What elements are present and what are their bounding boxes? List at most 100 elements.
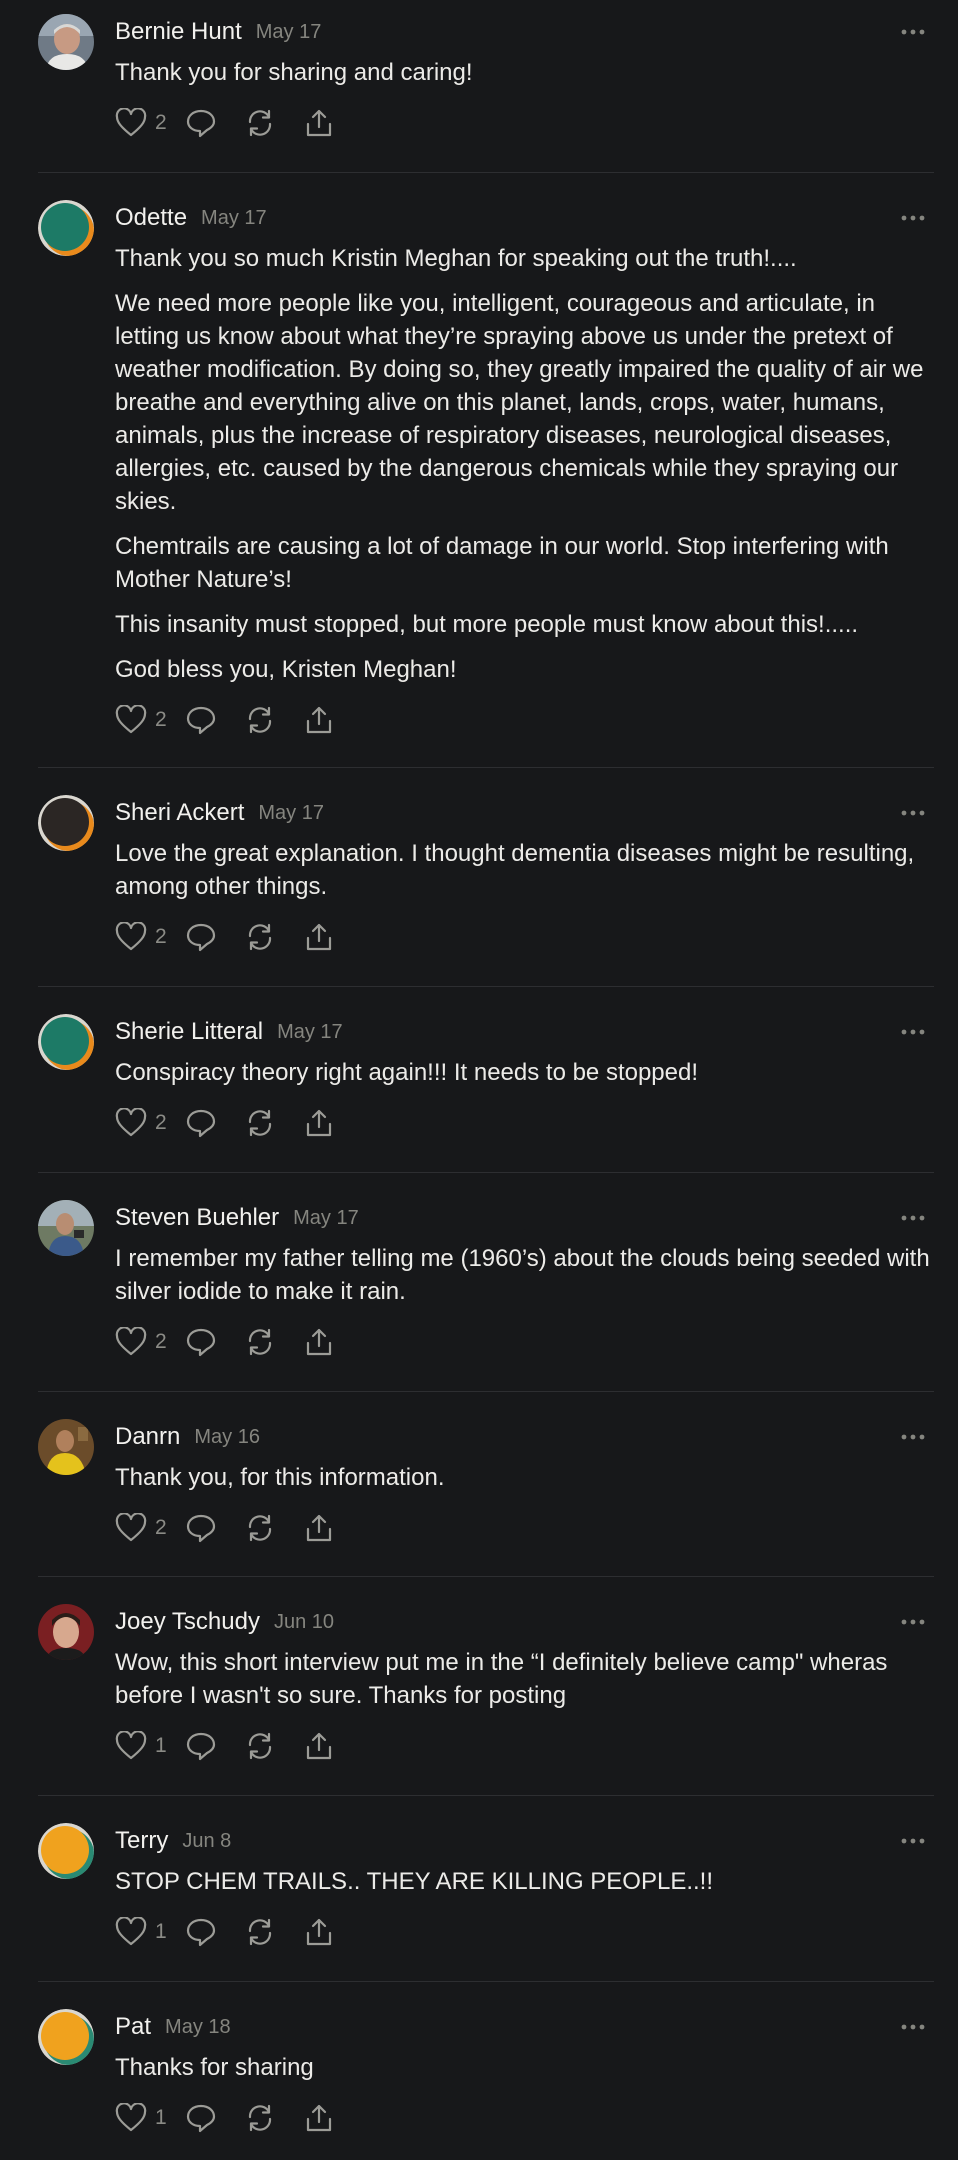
- share-button[interactable]: [299, 105, 339, 141]
- share-button[interactable]: [299, 1324, 339, 1360]
- comment-paragraph: Conspiracy theory right again!!! It need…: [115, 1059, 699, 1086]
- comment-date[interactable]: May 17: [201, 207, 267, 230]
- reply-button[interactable]: [181, 1914, 221, 1950]
- restack-button[interactable]: [240, 1105, 280, 1141]
- comment-paragraph: Thank you so much Kristin Meghan for spe…: [115, 245, 797, 272]
- more-options-icon[interactable]: [896, 801, 930, 825]
- share-button[interactable]: [299, 1105, 339, 1141]
- restack-button[interactable]: [240, 702, 280, 738]
- author-name[interactable]: Pat: [115, 2013, 151, 2041]
- like-button[interactable]: 1: [115, 1914, 181, 1950]
- restack-button[interactable]: [240, 1914, 280, 1950]
- comment-paragraph: Chemtrails are causing a lot of damage i…: [115, 533, 889, 593]
- avatar[interactable]: [38, 1419, 94, 1475]
- reply-button[interactable]: [181, 1105, 221, 1141]
- more-options-icon[interactable]: [896, 1206, 930, 1230]
- like-button[interactable]: 2: [115, 702, 181, 738]
- comment-date[interactable]: Jun 10: [274, 1611, 334, 1634]
- author-name[interactable]: Bernie Hunt: [115, 18, 242, 46]
- restack-arrows-icon: [244, 705, 276, 735]
- comment-body: Steven Buehler May 17 I remember my fath…: [115, 1200, 934, 1360]
- restack-button[interactable]: [240, 1324, 280, 1360]
- like-count: 2: [155, 1516, 167, 1539]
- share-button[interactable]: [299, 1728, 339, 1764]
- speech-bubble-icon: [185, 1731, 217, 1761]
- comment-paragraph: STOP CHEM TRAILS.. THEY ARE KILLING PEOP…: [115, 1868, 713, 1895]
- share-button[interactable]: [299, 1914, 339, 1950]
- avatar[interactable]: [38, 200, 94, 256]
- comment-date[interactable]: May 17: [277, 1021, 343, 1044]
- more-options-icon[interactable]: [896, 1425, 930, 1449]
- restack-arrows-icon: [244, 1731, 276, 1761]
- more-options-icon[interactable]: [896, 206, 930, 230]
- like-button[interactable]: 2: [115, 1510, 181, 1546]
- comment-paragraph: This insanity must stopped, but more peo…: [115, 611, 859, 638]
- author-name[interactable]: Steven Buehler: [115, 1204, 279, 1232]
- restack-button[interactable]: [240, 2100, 280, 2136]
- comment-body: Joey Tschudy Jun 10 Wow, this short inte…: [115, 1604, 934, 1764]
- avatar[interactable]: [38, 1014, 94, 1070]
- comment-actions: 2: [115, 702, 934, 738]
- comment-date[interactable]: May 16: [194, 1426, 260, 1449]
- like-count: 1: [155, 2106, 167, 2129]
- author-name[interactable]: Sheri Ackert: [115, 799, 244, 827]
- author-name[interactable]: Odette: [115, 204, 187, 232]
- comment-date[interactable]: May 18: [165, 2016, 231, 2039]
- restack-button[interactable]: [240, 1510, 280, 1546]
- avatar[interactable]: [38, 1604, 94, 1660]
- author-name[interactable]: Joey Tschudy: [115, 1608, 260, 1636]
- comment-header: Terry Jun 8: [115, 1823, 934, 1859]
- avatar[interactable]: [38, 2009, 94, 2065]
- share-upload-icon: [303, 1513, 335, 1543]
- more-options-icon[interactable]: [896, 1020, 930, 1044]
- like-count: 2: [155, 111, 167, 134]
- share-button[interactable]: [299, 1510, 339, 1546]
- more-options-icon[interactable]: [896, 1829, 930, 1853]
- reply-button[interactable]: [181, 2100, 221, 2136]
- author-name[interactable]: Danrn: [115, 1423, 180, 1451]
- reply-button[interactable]: [181, 105, 221, 141]
- comment-body: Pat May 18 Thanks for sharing 1: [115, 2009, 934, 2136]
- comment-text: Thank you, for this information.: [115, 1461, 934, 1494]
- comment-divider: [38, 1576, 934, 1577]
- like-button[interactable]: 2: [115, 1324, 181, 1360]
- heart-icon: [115, 1731, 147, 1761]
- comment-text: Conspiracy theory right again!!! It need…: [115, 1056, 934, 1089]
- comment-date[interactable]: May 17: [256, 21, 322, 44]
- share-upload-icon: [303, 705, 335, 735]
- speech-bubble-icon: [185, 1513, 217, 1543]
- restack-arrows-icon: [244, 1917, 276, 1947]
- like-button[interactable]: 2: [115, 105, 181, 141]
- comment-divider: [38, 986, 934, 987]
- comment-body: Danrn May 16 Thank you, for this informa…: [115, 1419, 934, 1546]
- like-button[interactable]: 1: [115, 1728, 181, 1764]
- reply-button[interactable]: [181, 919, 221, 955]
- more-options-icon[interactable]: [896, 2015, 930, 2039]
- like-button[interactable]: 1: [115, 2100, 181, 2136]
- avatar[interactable]: [38, 14, 94, 70]
- restack-button[interactable]: [240, 105, 280, 141]
- reply-button[interactable]: [181, 702, 221, 738]
- speech-bubble-icon: [185, 1327, 217, 1357]
- like-button[interactable]: 2: [115, 1105, 181, 1141]
- restack-button[interactable]: [240, 919, 280, 955]
- comment-date[interactable]: Jun 8: [182, 1830, 231, 1853]
- more-options-icon[interactable]: [896, 20, 930, 44]
- avatar[interactable]: [38, 795, 94, 851]
- author-name[interactable]: Terry: [115, 1827, 168, 1855]
- reply-button[interactable]: [181, 1324, 221, 1360]
- comment-date[interactable]: May 17: [258, 802, 324, 825]
- avatar[interactable]: [38, 1823, 94, 1879]
- reply-button[interactable]: [181, 1728, 221, 1764]
- avatar[interactable]: [38, 1200, 94, 1256]
- comment-date[interactable]: May 17: [293, 1207, 359, 1230]
- share-button[interactable]: [299, 2100, 339, 2136]
- reply-button[interactable]: [181, 1510, 221, 1546]
- restack-button[interactable]: [240, 1728, 280, 1764]
- author-name[interactable]: Sherie Litteral: [115, 1018, 263, 1046]
- share-button[interactable]: [299, 919, 339, 955]
- like-button[interactable]: 2: [115, 919, 181, 955]
- heart-icon: [115, 108, 147, 138]
- more-options-icon[interactable]: [896, 1610, 930, 1634]
- share-button[interactable]: [299, 702, 339, 738]
